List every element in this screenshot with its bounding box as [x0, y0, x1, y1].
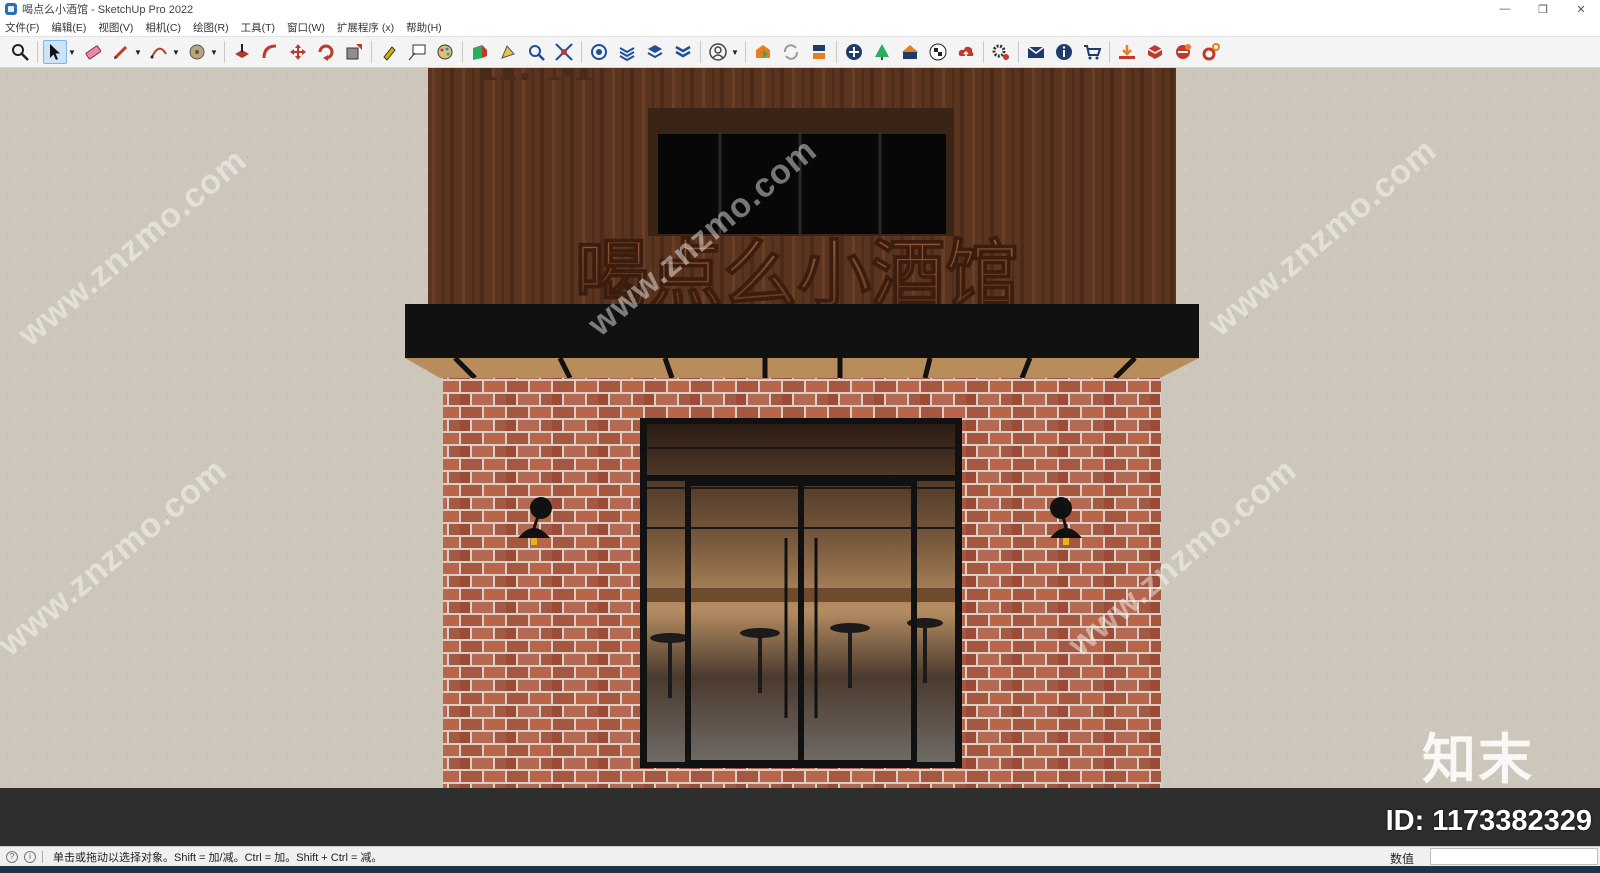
asset-id: ID: 1173382329 [1385, 805, 1592, 837]
status-hint: 单击或拖动以选择对象。Shift = 加/减。Ctrl = 加。Shift + … [53, 851, 383, 864]
glass-door[interactable] [640, 475, 962, 766]
toolbar-separator [700, 41, 701, 63]
extension-c-icon[interactable] [1171, 40, 1195, 64]
cloud-upload-icon[interactable] [954, 40, 978, 64]
eraser-icon[interactable] [81, 40, 105, 64]
tree-icon[interactable] [870, 40, 894, 64]
mail-icon[interactable] [1024, 40, 1048, 64]
move-icon[interactable] [286, 40, 310, 64]
toolbar-separator [371, 41, 372, 63]
menu-edit[interactable]: 编辑(E) [51, 20, 86, 35]
layers-icon[interactable] [587, 40, 611, 64]
measurements-label: 数值 [1390, 852, 1415, 866]
menu-camera[interactable]: 相机(C) [145, 20, 181, 35]
toolbar-separator [37, 41, 38, 63]
toolbar-separator [462, 41, 463, 63]
toolbar-separator [1109, 41, 1110, 63]
info-status-icon[interactable]: i [24, 850, 36, 863]
select-dropdown-icon[interactable]: ▼ [67, 40, 77, 64]
checker-icon[interactable] [926, 40, 950, 64]
tape-dropdown-icon[interactable]: ▼ [209, 40, 219, 64]
model-viewport[interactable]: H. M 喝点么小酒馆 [0, 68, 1600, 846]
pencil-icon[interactable] [109, 40, 133, 64]
info-icon[interactable] [1052, 40, 1076, 64]
text-label-icon[interactable] [405, 40, 429, 64]
geo-location-icon[interactable]: ? [6, 850, 18, 863]
zoom-extents-icon[interactable] [552, 40, 576, 64]
account-icon[interactable] [706, 40, 730, 64]
title-bar: 喝点么小酒馆 - SketchUp Pro 2022 — ❐ ✕ [0, 0, 1600, 18]
paint-icon[interactable] [433, 40, 457, 64]
walk-icon[interactable] [496, 40, 520, 64]
black-canopy [405, 304, 1199, 358]
measurements-input[interactable] [1430, 848, 1598, 865]
account-dropdown-icon[interactable]: ▼ [730, 40, 740, 64]
toolbar-separator [224, 41, 225, 63]
window-controls: — ❐ ✕ [1486, 0, 1600, 18]
close-button[interactable]: ✕ [1562, 0, 1600, 18]
toolbar-separator [983, 41, 984, 63]
settings-icon[interactable] [989, 40, 1013, 64]
canopy-underside [405, 358, 1199, 378]
ground-strip [0, 788, 1600, 846]
main-toolbar: ▼ ▼ ▼ ▼ ▼ [0, 36, 1600, 68]
paint-bucket-icon[interactable] [377, 40, 401, 64]
menu-extensions[interactable]: 扩展程序 (x) [337, 20, 394, 35]
extension-d-icon[interactable] [1199, 40, 1223, 64]
menu-tools[interactable]: 工具(T) [241, 20, 275, 35]
menu-bar: 文件(F) 编辑(E) 视图(V) 相机(C) 绘图(R) 工具(T) 窗口(W… [0, 18, 1600, 36]
toolbar-separator [1018, 41, 1019, 63]
toolbar-separator [745, 41, 746, 63]
arc-icon[interactable] [147, 40, 171, 64]
cart-icon[interactable] [1080, 40, 1104, 64]
styles-icon[interactable] [643, 40, 667, 64]
sketchup-app-icon [5, 3, 17, 15]
menu-draw[interactable]: 绘图(R) [193, 20, 229, 35]
extension-b-icon[interactable] [1143, 40, 1167, 64]
window-title: 喝点么小酒馆 - SketchUp Pro 2022 [22, 4, 194, 16]
extension-a-icon[interactable] [1115, 40, 1139, 64]
status-bar: ? i 单击或拖动以选择对象。Shift = 加/减。Ctrl = 加。Shif… [0, 846, 1600, 866]
menu-help[interactable]: 帮助(H) [406, 20, 442, 35]
export-icon[interactable] [807, 40, 831, 64]
menu-view[interactable]: 视图(V) [98, 20, 133, 35]
menu-file[interactable]: 文件(F) [5, 20, 39, 35]
follow-me-icon[interactable] [258, 40, 282, 64]
components-icon[interactable] [615, 40, 639, 64]
zoom-icon[interactable] [8, 40, 32, 64]
pencil-dropdown-icon[interactable]: ▼ [133, 40, 143, 64]
top-sign-text: H. M [478, 68, 593, 90]
rotate-icon[interactable] [314, 40, 338, 64]
minimize-button[interactable]: — [1486, 0, 1524, 18]
arc-dropdown-icon[interactable]: ▼ [171, 40, 181, 64]
restore-button[interactable]: ❐ [1524, 0, 1562, 18]
scale-icon[interactable] [342, 40, 366, 64]
scenes-icon[interactable] [671, 40, 695, 64]
house-icon[interactable] [898, 40, 922, 64]
refresh-icon[interactable] [779, 40, 803, 64]
tape-measure-icon[interactable] [185, 40, 209, 64]
warehouse-icon[interactable] [751, 40, 775, 64]
toolbar-separator [836, 41, 837, 63]
push-pull-icon[interactable] [230, 40, 254, 64]
section-plane-icon[interactable] [468, 40, 492, 64]
add-icon[interactable] [842, 40, 866, 64]
select-icon[interactable] [43, 40, 67, 64]
status-divider [42, 850, 43, 863]
taskbar-edge [0, 866, 1600, 873]
toolbar-separator [581, 41, 582, 63]
menu-window[interactable]: 窗口(W) [287, 20, 325, 35]
brand-watermark: 知末 [1422, 730, 1534, 790]
zoom-window-icon[interactable] [524, 40, 548, 64]
